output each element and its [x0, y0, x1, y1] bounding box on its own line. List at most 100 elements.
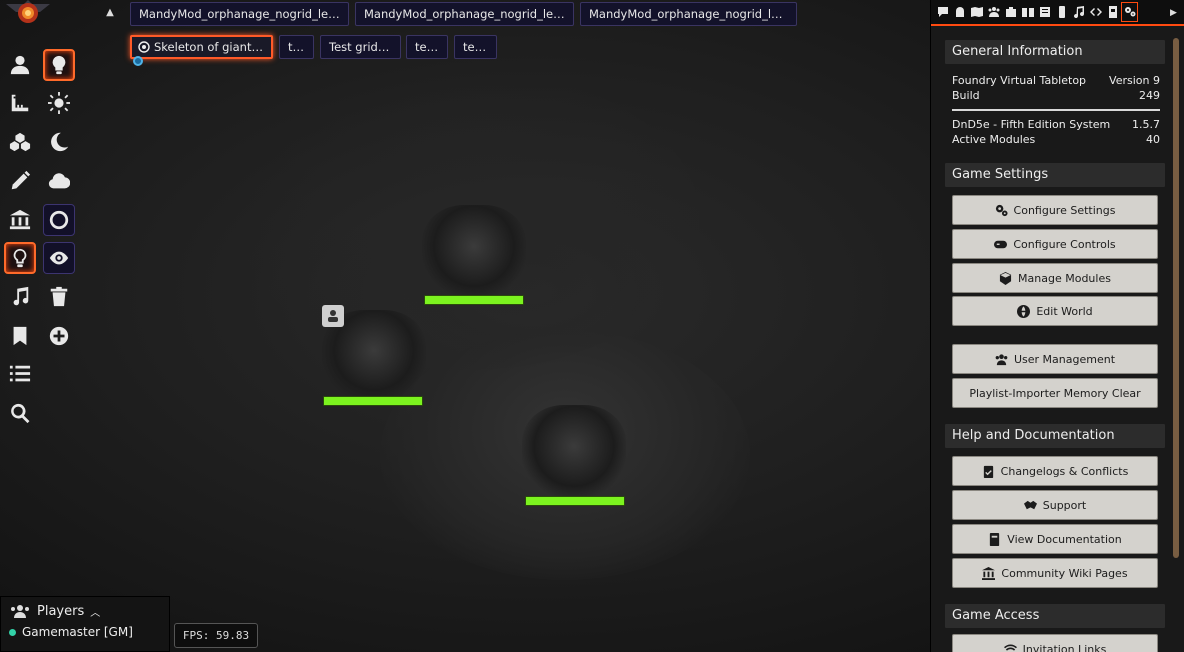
- invitation-links-button[interactable]: Invitation Links: [952, 634, 1158, 652]
- vision-tool-button[interactable]: [43, 242, 75, 274]
- button-label: Community Wiki Pages: [1001, 566, 1128, 580]
- section-general-info: General Information: [945, 40, 1165, 64]
- cards-icon: [1058, 6, 1065, 18]
- button-label: Configure Settings: [1013, 203, 1116, 217]
- tab-tables[interactable]: [1036, 2, 1053, 22]
- lightbulb-icon: [13, 248, 27, 268]
- notes-controls-button[interactable]: [4, 320, 36, 352]
- info-value: 1.5.7: [1132, 118, 1160, 131]
- playlists-icon: [1073, 6, 1084, 18]
- edit-world-button[interactable]: Edit World: [952, 296, 1158, 326]
- scene-tab[interactable]: MandyMod_orphanage_nogrid_level_...: [130, 2, 349, 26]
- users-icon: [11, 605, 29, 618]
- measure-controls-button[interactable]: [4, 87, 36, 119]
- landmark-icon: [982, 566, 996, 580]
- items-icon: [1005, 7, 1016, 17]
- wall-controls-button[interactable]: [4, 204, 36, 236]
- button-label: Edit World: [1036, 304, 1093, 318]
- tab-chat[interactable]: [934, 2, 951, 22]
- combat-icon: [955, 7, 964, 17]
- changelogs-button[interactable]: Changelogs & Conflicts: [952, 456, 1158, 486]
- scene-tab[interactable]: MandyMod_orphanage_nogrid_level_...: [355, 2, 574, 26]
- user-management-button[interactable]: User Management: [952, 344, 1158, 374]
- manage-modules-button[interactable]: Manage Modules: [952, 263, 1158, 293]
- playlist-importer-clear-button[interactable]: Playlist-Importer Memory Clear: [952, 378, 1158, 408]
- configure-settings-button[interactable]: Configure Settings: [952, 195, 1158, 225]
- section-game-settings: Game Settings: [945, 163, 1165, 187]
- lighting-controls-button[interactable]: [4, 242, 36, 274]
- users-icon: [995, 353, 1008, 365]
- scene-tab[interactable]: test2: [406, 35, 448, 59]
- globe-icon: [1017, 304, 1031, 318]
- section-game-access: Game Access: [945, 604, 1165, 628]
- sidebar-scrollbar[interactable]: [1173, 38, 1179, 558]
- reset-fog-tool-button[interactable]: [43, 204, 75, 236]
- players-panel[interactable]: Players ︿ Gamemaster [GM]: [0, 596, 170, 652]
- circle-icon: [49, 210, 69, 230]
- tab-compendium[interactable]: [1104, 2, 1121, 22]
- info-value: Version 9: [1109, 74, 1160, 87]
- scene-tab[interactable]: test3: [454, 35, 497, 59]
- enhanced-terrain-button[interactable]: [4, 358, 36, 390]
- online-status-dot: [9, 628, 16, 636]
- tab-actors[interactable]: [985, 2, 1002, 22]
- macros-icon: [1089, 8, 1102, 16]
- button-label: Playlist-Importer Memory Clear: [969, 386, 1141, 400]
- add-light-button[interactable]: [43, 320, 75, 352]
- tab-macros[interactable]: [1087, 2, 1104, 22]
- section-help: Help and Documentation: [945, 424, 1165, 448]
- players-header[interactable]: Players ︿: [9, 601, 100, 621]
- darkness-tool-button[interactable]: [43, 126, 75, 158]
- tab-scenes[interactable]: [968, 2, 985, 22]
- handshake-icon: [1023, 500, 1037, 509]
- cogs-icon: [995, 204, 1008, 216]
- view-documentation-button[interactable]: View Documentation: [952, 524, 1158, 554]
- scene-tab[interactable]: test: [279, 35, 314, 59]
- configure-controls-button[interactable]: Configure Controls: [952, 229, 1158, 259]
- eye-icon: [49, 251, 69, 265]
- tab-items[interactable]: [1002, 2, 1019, 22]
- bookmark-icon: [13, 326, 27, 346]
- scene-tab[interactable]: MandyMod_orphanage_nogrid_level_...: [580, 2, 797, 26]
- foundry-logo[interactable]: [6, 0, 50, 26]
- info-value: 40: [1146, 133, 1160, 146]
- support-button[interactable]: Support: [952, 490, 1158, 520]
- book-icon: [990, 532, 1000, 546]
- weather-tool-button[interactable]: [43, 165, 75, 197]
- sidebar[interactable]: ▶ General Information Foundry Virtual Ta…: [930, 0, 1184, 652]
- sound-controls-button[interactable]: [4, 281, 36, 313]
- user-icon: [10, 55, 30, 75]
- fps-counter: FPS: 59.83: [174, 623, 258, 648]
- player-item[interactable]: Gamemaster [GM]: [9, 625, 133, 639]
- tile-controls-button[interactable]: [4, 126, 36, 158]
- scene-nav-collapse-icon[interactable]: ▲: [100, 3, 120, 23]
- token-hud-icon[interactable]: [322, 305, 344, 327]
- sidebar-tabs[interactable]: [931, 0, 1184, 26]
- button-label: Changelogs & Conflicts: [1000, 464, 1129, 478]
- tab-combat[interactable]: [951, 2, 968, 22]
- tab-settings[interactable]: [1121, 2, 1138, 22]
- button-label: View Documentation: [1007, 532, 1122, 546]
- scene-tab-active[interactable]: Skeleton of giant fish: [130, 35, 273, 59]
- sidebar-collapse-icon[interactable]: ▶: [1170, 4, 1180, 22]
- scene-tab[interactable]: Test gridless: [320, 35, 401, 59]
- tab-playlists[interactable]: [1070, 2, 1087, 22]
- light-tool-button[interactable]: [43, 49, 75, 81]
- drawing-controls-button[interactable]: [4, 165, 36, 197]
- token-creature[interactable]: [522, 405, 626, 497]
- gamepad-icon: [994, 240, 1008, 248]
- tab-journal[interactable]: [1019, 2, 1036, 22]
- token-controls-button[interactable]: [4, 49, 36, 81]
- community-wiki-button[interactable]: Community Wiki Pages: [952, 558, 1158, 588]
- chevron-up-icon: ︿: [90, 607, 101, 619]
- divider: [952, 109, 1160, 111]
- token-hp-bar: [424, 295, 524, 305]
- daylight-tool-button[interactable]: [43, 87, 75, 119]
- tab-cards[interactable]: [1053, 2, 1070, 22]
- search-controls-button[interactable]: [4, 397, 36, 429]
- clear-lights-button[interactable]: [43, 281, 75, 313]
- list-icon: [9, 365, 31, 382]
- token-creature[interactable]: [422, 205, 526, 297]
- clipboard-check-icon: [983, 465, 993, 478]
- info-row: Foundry Virtual Tabletop Version 9: [952, 74, 1160, 87]
